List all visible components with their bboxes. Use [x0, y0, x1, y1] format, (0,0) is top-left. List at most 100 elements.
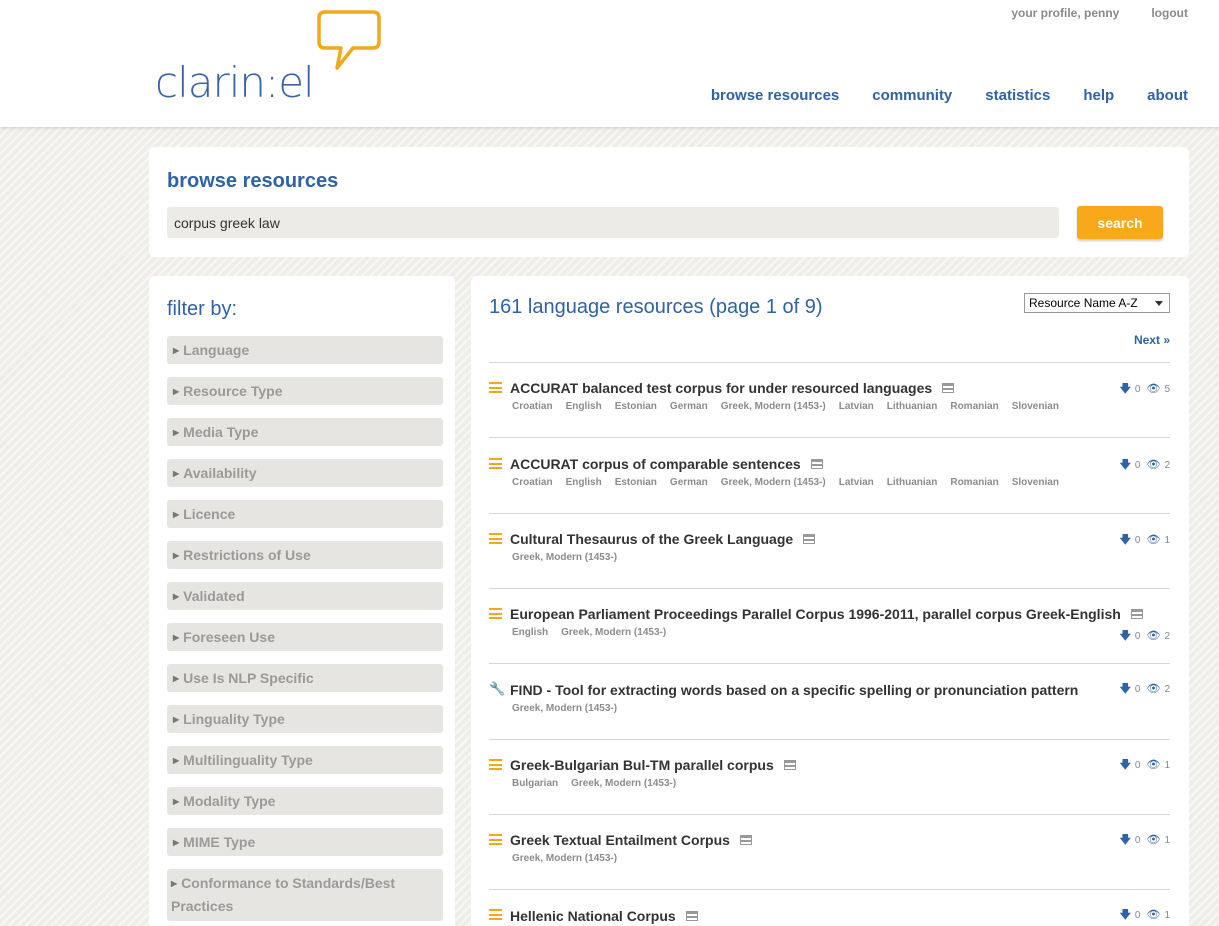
- speech-bubble-icon: [317, 10, 381, 70]
- nav-about[interactable]: about: [1147, 87, 1188, 104]
- expand-triangle-icon: ▶: [173, 428, 180, 437]
- resource-title-link[interactable]: FIND - Tool for extracting words based o…: [510, 682, 1078, 698]
- filter-resource-type[interactable]: ▶ Resource Type: [167, 377, 443, 405]
- search-button[interactable]: search: [1077, 206, 1163, 239]
- eye-icon: 👁: [1146, 534, 1161, 546]
- filter-panel: filter by: ▶ Language ▶ Resource Type ▶ Med…: [149, 276, 455, 926]
- resource-stats: 🡇 0 👁 2: [1119, 683, 1170, 695]
- divider: [489, 814, 1170, 815]
- filter-multilinguality-type[interactable]: ▶ Multilinguality Type: [167, 746, 443, 774]
- download-icon: 🡇: [1119, 834, 1131, 846]
- expand-triangle-icon: ▶: [173, 469, 180, 478]
- resource-title-link[interactable]: Hellenic National Corpus: [510, 908, 698, 924]
- download-icon: 🡇: [1119, 683, 1131, 695]
- download-icon: 🡇: [1119, 534, 1131, 546]
- sort-select[interactable]: Resource Name A-Z: [1024, 293, 1170, 313]
- eye-icon: 👁: [1146, 909, 1161, 921]
- filter-availability[interactable]: ▶ Availability: [167, 459, 443, 487]
- nav-browse-resources[interactable]: browse resources: [711, 87, 839, 104]
- results-count-title: 161 language resources (page 1 of 9): [489, 296, 823, 318]
- clarin-logo[interactable]: clarin:el: [155, 8, 385, 108]
- expand-triangle-icon: ▶: [173, 756, 180, 765]
- resource-languages: Bulgarian Greek, Modern (1453-): [512, 778, 677, 789]
- download-icon: 🡇: [1119, 630, 1131, 642]
- divider: [489, 437, 1170, 438]
- resource-stats: 🡇 0 👁 1: [1119, 534, 1170, 546]
- resource-title-link[interactable]: ACCURAT balanced test corpus for under r…: [510, 380, 955, 396]
- logout-link[interactable]: logout: [1151, 6, 1188, 20]
- document-icon: [810, 459, 823, 469]
- resource-stats: 🡇 0 👁 1: [1119, 759, 1170, 771]
- download-icon: 🡇: [1119, 459, 1131, 471]
- corpus-icon: [489, 909, 502, 920]
- resource-stats: 🡇 0 👁 2: [1119, 459, 1170, 471]
- eye-icon: 👁: [1146, 759, 1161, 771]
- eye-icon: 👁: [1146, 834, 1161, 846]
- filter-modality-type[interactable]: ▶ Modality Type: [167, 787, 443, 815]
- nav-statistics[interactable]: statistics: [985, 87, 1050, 104]
- divider: [489, 513, 1170, 514]
- search-title: browse resources: [167, 170, 339, 192]
- eye-icon: 👁: [1146, 459, 1161, 471]
- expand-triangle-icon: ▶: [173, 797, 180, 806]
- corpus-icon: [489, 458, 502, 469]
- filter-title: filter by:: [167, 298, 238, 320]
- filter-conformance[interactable]: ▶ Conformance to Standards/Best Practices: [167, 869, 443, 921]
- resource-title-link[interactable]: Greek Textual Entailment Corpus: [510, 832, 752, 848]
- user-links: your profile, penny logout: [979, 6, 1188, 20]
- corpus-icon: [489, 759, 502, 770]
- filter-restrictions-of-use[interactable]: ▶ Restrictions of Use: [167, 541, 443, 569]
- nav-help[interactable]: help: [1083, 87, 1114, 104]
- resource-stats: 🡇 0 👁 1: [1119, 909, 1170, 921]
- document-icon: [685, 911, 698, 921]
- eye-icon: 👁: [1146, 683, 1161, 695]
- filter-linguality-type[interactable]: ▶ Linguality Type: [167, 705, 443, 733]
- divider: [489, 739, 1170, 740]
- divider: [489, 588, 1170, 589]
- filter-licence[interactable]: ▶ Licence: [167, 500, 443, 528]
- eye-icon: 👁: [1146, 630, 1161, 642]
- resource-languages: Greek, Modern (1453-): [512, 552, 618, 563]
- divider: [489, 362, 1170, 363]
- filter-language[interactable]: ▶ Language: [167, 336, 443, 364]
- expand-triangle-icon: ▶: [173, 551, 180, 560]
- sort-selected-value: Resource Name A-Z: [1029, 296, 1138, 310]
- expand-triangle-icon: ▶: [173, 838, 180, 847]
- filter-use-is-nlp-specific[interactable]: ▶ Use Is NLP Specific: [167, 664, 443, 692]
- resource-languages: Greek, Modern (1453-): [512, 853, 618, 864]
- filter-validated[interactable]: ▶ Validated: [167, 582, 443, 610]
- document-icon: [783, 760, 796, 770]
- profile-link[interactable]: your profile, penny: [1011, 6, 1119, 20]
- filter-mime-type[interactable]: ▶ MIME Type: [167, 828, 443, 856]
- resource-stats: 🡇 0 👁 5: [1119, 383, 1170, 395]
- next-page-link[interactable]: Next »: [1134, 333, 1170, 347]
- resource-languages: Croatian English Estonian German Greek, Mode…: [512, 401, 1059, 412]
- main-nav: browse resources community statistics help a…: [678, 87, 1188, 104]
- document-icon: [739, 835, 752, 845]
- expand-triangle-icon: ▶: [173, 674, 180, 683]
- filter-list: ▶ Language ▶ Resource Type ▶ Media Type ▶ Av…: [167, 336, 443, 926]
- download-icon: 🡇: [1119, 759, 1131, 771]
- nav-community[interactable]: community: [872, 87, 952, 104]
- resource-title-link[interactable]: Greek-Bulgarian Bul-TM parallel corpus: [510, 757, 796, 773]
- divider: [489, 663, 1170, 664]
- expand-triangle-icon: ▶: [173, 510, 180, 519]
- eye-icon: 👁: [1146, 383, 1161, 395]
- resource-title-link[interactable]: European Parliament Proceedings Parallel…: [510, 606, 1143, 622]
- resource-title-link[interactable]: Cultural Thesaurus of the Greek Language: [510, 531, 816, 547]
- download-icon: 🡇: [1119, 909, 1131, 921]
- resource-stats: 🡇 0 👁 2: [1119, 630, 1170, 642]
- expand-triangle-icon: ▶: [173, 633, 180, 642]
- corpus-icon: [489, 834, 502, 845]
- corpus-icon: [489, 382, 502, 393]
- top-header: clarin:el your profile, penny logout brow…: [0, 0, 1219, 127]
- filter-foreseen-use[interactable]: ▶ Foreseen Use: [167, 623, 443, 651]
- resource-title-link[interactable]: ACCURAT corpus of comparable sentences: [510, 456, 823, 472]
- expand-triangle-icon: ▶: [173, 592, 180, 601]
- corpus-icon: [489, 533, 502, 544]
- search-input[interactable]: [167, 207, 1059, 238]
- search-panel: browse resources search: [149, 147, 1189, 257]
- filter-media-type[interactable]: ▶ Media Type: [167, 418, 443, 446]
- resource-stats: 🡇 0 👁 1: [1119, 834, 1170, 846]
- document-icon: [1130, 609, 1143, 619]
